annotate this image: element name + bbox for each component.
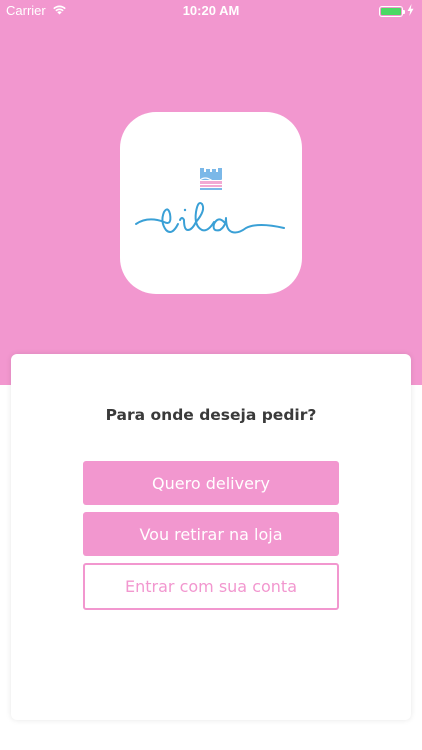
lila-script xyxy=(135,202,285,234)
status-time: 10:20 AM xyxy=(182,3,240,18)
svg-text:lila: lila xyxy=(211,281,213,283)
question-heading: Para onde deseja pedir? xyxy=(105,406,317,424)
pickup-button[interactable]: Vou retirar na loja xyxy=(83,512,339,556)
login-button[interactable]: Entrar com sua conta xyxy=(83,563,339,610)
status-bar: Carrier 10:20 AM xyxy=(0,0,422,21)
delivery-button[interactable]: Quero delivery xyxy=(83,461,339,505)
castle-icon xyxy=(199,168,223,192)
app-logo-card: lila xyxy=(120,112,302,294)
lila-logo: lila xyxy=(135,168,285,283)
bolt-icon xyxy=(407,4,414,19)
status-right xyxy=(379,4,414,19)
battery-icon xyxy=(379,6,405,17)
